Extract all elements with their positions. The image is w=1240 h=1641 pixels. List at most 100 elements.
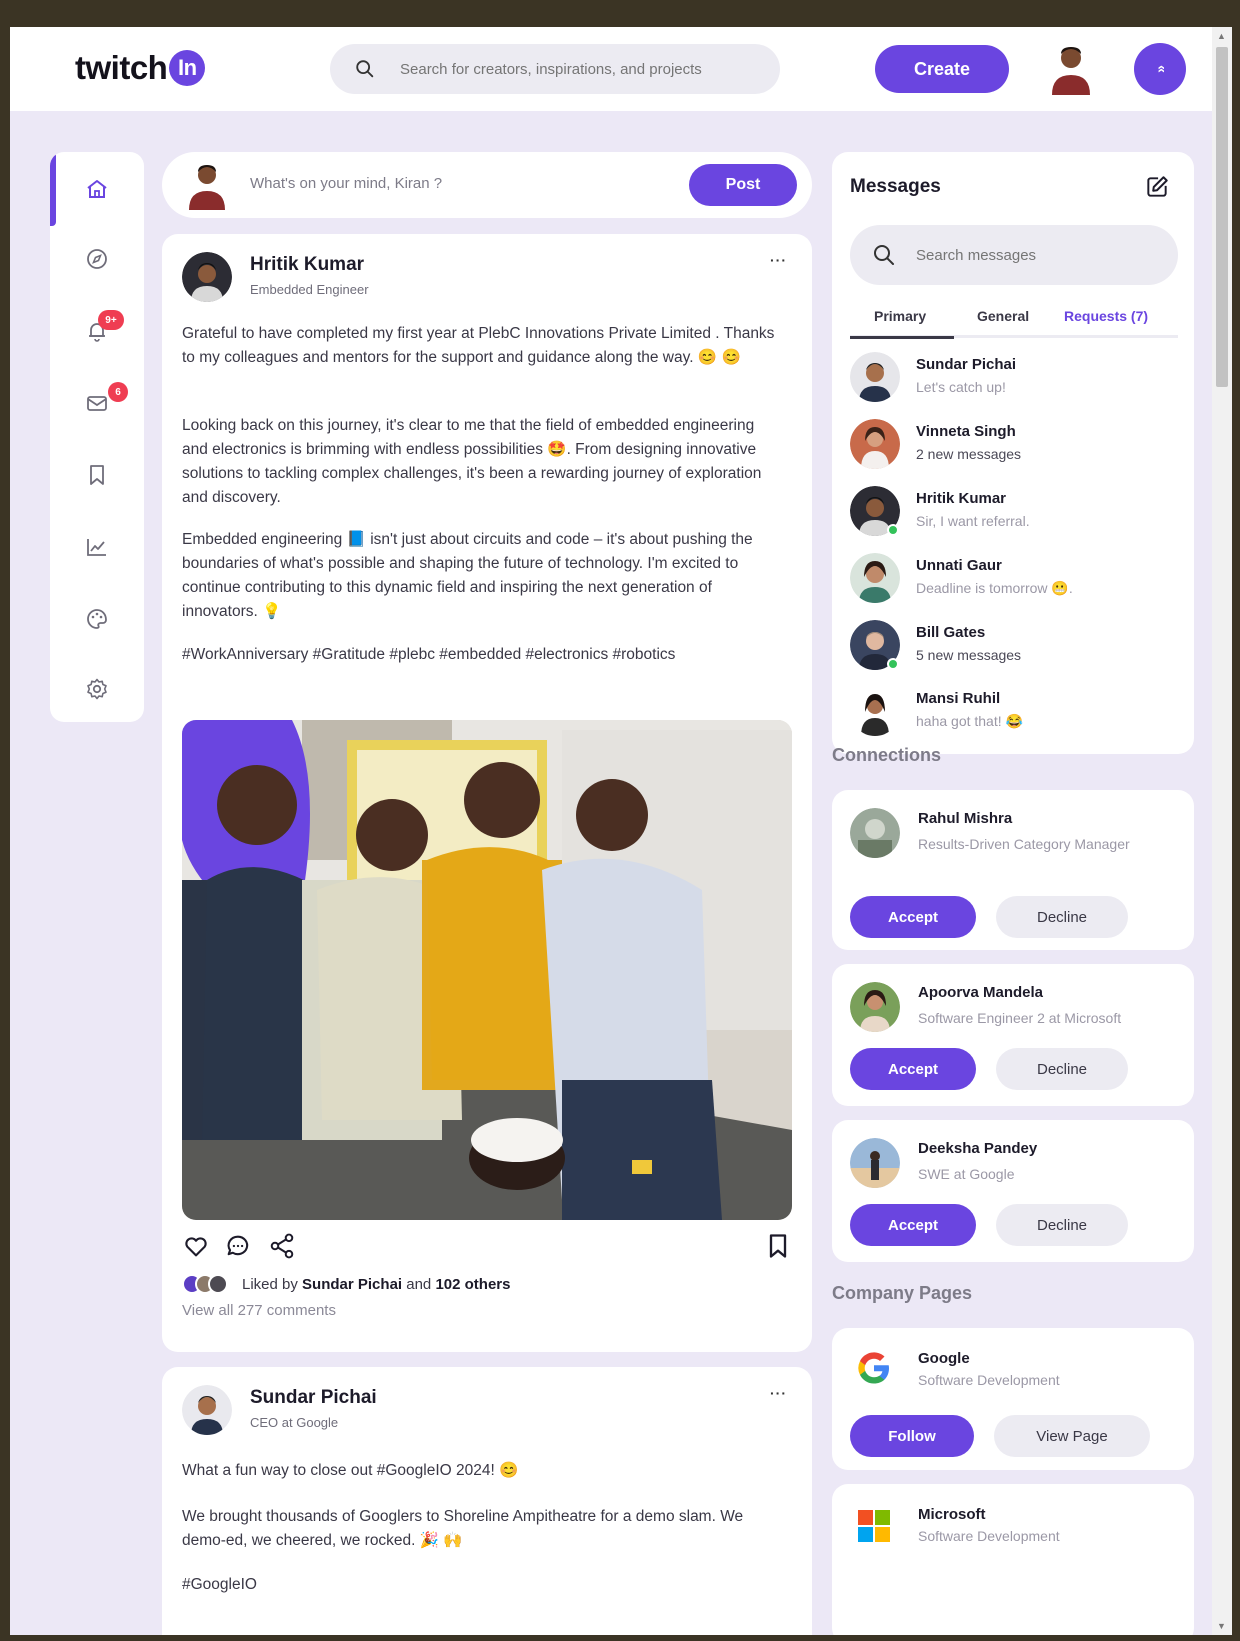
post-paragraph: Grateful to have completed my first year… [182, 325, 775, 366]
composer-input[interactable]: What's on your mind, Kiran ? [250, 175, 442, 192]
author-avatar[interactable] [182, 1385, 232, 1435]
palette-icon [87, 609, 107, 629]
post-hashtags[interactable]: #WorkAnniversary #Gratitude #plebc #embe… [182, 643, 782, 667]
top-bar: twitch In Create » [10, 27, 1212, 111]
post-paragraph: We brought thousands of Googlers to Shor… [182, 1508, 744, 1549]
post-card: Hritik Kumar Embedded Engineer ··· Grate… [162, 234, 812, 1352]
connection-name[interactable]: Rahul Mishra [918, 810, 1012, 827]
company-card: Google Software Development Follow View … [832, 1328, 1194, 1470]
home-icon [87, 180, 107, 198]
sidebar-item-settings[interactable] [50, 652, 144, 722]
connection-headline: SWE at Google [918, 1166, 1015, 1182]
message-preview: 5 new messages [916, 647, 1022, 663]
comment-icon[interactable] [224, 1232, 252, 1260]
sidebar-item-theme[interactable] [50, 582, 144, 656]
connection-card: Rahul Mishra Results-Driven Category Man… [832, 790, 1194, 950]
compose-edit-icon[interactable] [1144, 174, 1170, 200]
search-input[interactable] [400, 60, 760, 78]
profile-avatar[interactable] [1044, 41, 1098, 95]
messages-search-input[interactable] [916, 246, 1166, 264]
decline-button[interactable]: Decline [996, 896, 1128, 938]
messages-title: Messages [850, 176, 941, 197]
company-industry: Software Development [918, 1372, 1060, 1388]
scroll-down-arrow-icon[interactable]: ▼ [1217, 1621, 1226, 1631]
message-preview: haha got that! 😂 [916, 713, 1023, 729]
contact-name: Sundar Pichai [916, 356, 1017, 373]
liked-by-name[interactable]: Sundar Pichai [302, 1276, 402, 1293]
post-composer: What's on your mind, Kiran ? Post [162, 152, 812, 218]
analytics-icon [87, 539, 106, 556]
company-name[interactable]: Microsoft [918, 1506, 986, 1523]
post-paragraph: Looking back on this journey, it's clear… [182, 417, 762, 506]
create-button[interactable]: Create [875, 45, 1009, 93]
post-hashtags[interactable]: #GoogleIO [182, 1573, 782, 1597]
connection-name[interactable]: Apoorva Mandela [918, 984, 1043, 1001]
share-icon[interactable] [268, 1232, 296, 1260]
author-name[interactable]: Hritik Kumar [250, 254, 364, 276]
like-icon[interactable] [182, 1232, 210, 1260]
accept-button[interactable]: Accept [850, 1048, 976, 1090]
contact-avatar [850, 553, 900, 603]
settings-icon [87, 678, 107, 700]
tab-requests[interactable]: Requests (7) [1064, 308, 1148, 324]
author-role: CEO at Google [250, 1415, 339, 1430]
sidebar-item-notifications[interactable]: 9+ [50, 294, 144, 368]
post-paragraph: What a fun way to close out #GoogleIO 20… [182, 1462, 519, 1479]
sidebar-item-analytics[interactable] [50, 510, 144, 584]
message-item[interactable]: Mansi Ruhil haha got that! 😂 [850, 686, 1180, 746]
connection-headline: Results-Driven Category Manager [918, 836, 1130, 852]
message-item[interactable]: Sundar Pichai Let's catch up! [850, 352, 1180, 412]
contact-name: Mansi Ruhil [916, 690, 1001, 707]
follow-button[interactable]: Follow [850, 1415, 974, 1457]
likes-and: and [406, 1275, 432, 1293]
app-window: twitch In Create » 9+ 6 [10, 27, 1232, 1635]
scroll-up-arrow-icon[interactable]: ▲ [1217, 31, 1226, 41]
contact-avatar [850, 686, 900, 736]
mail-icon [87, 396, 107, 411]
view-comments-link[interactable]: View all 277 comments [182, 1302, 336, 1319]
accept-button[interactable]: Accept [850, 896, 976, 938]
sidebar-item-bookmarks[interactable] [50, 438, 144, 512]
post-photo[interactable] [182, 720, 792, 1220]
messages-badge: 6 [108, 382, 128, 402]
decline-button[interactable]: Decline [996, 1048, 1128, 1090]
more-options-icon[interactable]: ··· [770, 1385, 787, 1401]
sidebar-item-home[interactable] [50, 152, 144, 226]
message-item[interactable]: Bill Gates 5 new messages [850, 620, 1180, 680]
message-item[interactable]: Unnati Gaur Deadline is tomorrow 😬. [850, 553, 1180, 613]
author-avatar[interactable] [182, 252, 232, 302]
sidebar-item-messages[interactable]: 6 [50, 366, 144, 440]
logo[interactable]: twitch In [75, 49, 206, 87]
message-preview: Let's catch up! [916, 379, 1006, 395]
tab-primary[interactable]: Primary [849, 308, 955, 339]
author-name[interactable]: Sundar Pichai [250, 1387, 377, 1409]
message-item[interactable]: Vinneta Singh 2 new messages [850, 419, 1180, 479]
more-options-icon[interactable]: ··· [770, 252, 787, 268]
author-role: Embedded Engineer [250, 282, 369, 297]
connection-headline: Software Engineer 2 at Microsoft [918, 1010, 1122, 1026]
save-bookmark-icon[interactable] [764, 1232, 792, 1260]
company-card: Microsoft Software Development [832, 1484, 1194, 1635]
sidebar-item-explore[interactable] [50, 222, 144, 296]
decline-button[interactable]: Decline [996, 1204, 1128, 1246]
company-name[interactable]: Google [918, 1350, 970, 1367]
menu-toggle-button[interactable]: » [1134, 43, 1186, 95]
post-button[interactable]: Post [689, 164, 797, 206]
connection-avatar[interactable] [850, 982, 900, 1032]
tab-general[interactable]: General [977, 308, 1029, 324]
accept-button[interactable]: Accept [850, 1204, 976, 1246]
connection-name[interactable]: Deeksha Pandey [918, 1140, 1037, 1157]
search-icon [874, 245, 894, 265]
message-item[interactable]: Hritik Kumar Sir, I want referral. [850, 486, 1180, 546]
connection-avatar[interactable] [850, 808, 900, 858]
likes-summary[interactable]: Liked by Sundar Pichai and 102 others [182, 1274, 511, 1294]
page-scrollbar[interactable]: ▲ ▼ [1212, 27, 1232, 1635]
view-page-button[interactable]: View Page [994, 1415, 1150, 1457]
contact-name: Unnati Gaur [916, 557, 1002, 574]
likes-prefix: Liked by [242, 1275, 298, 1293]
scrollbar-thumb[interactable] [1216, 47, 1228, 387]
logo-text: twitch [75, 49, 168, 86]
likes-others[interactable]: 102 others [435, 1276, 510, 1293]
microsoft-logo-icon [858, 1510, 890, 1542]
connection-avatar[interactable] [850, 1138, 900, 1188]
